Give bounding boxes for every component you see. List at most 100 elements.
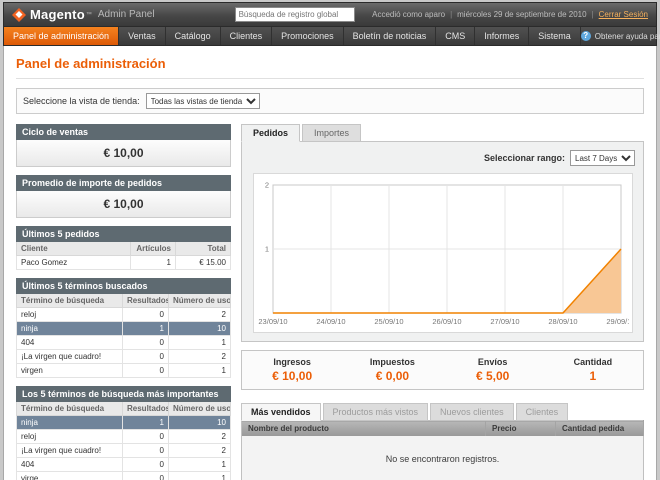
tab[interactable]: Nuevos clientes	[430, 403, 514, 421]
table-cell: ninja	[17, 416, 123, 430]
nav-item[interactable]: Promociones	[272, 27, 344, 45]
column-header: Número de usos	[169, 294, 231, 308]
svg-text:29/09/10: 29/09/10	[606, 317, 629, 326]
nav-item[interactable]: Boletín de noticias	[344, 27, 437, 45]
orders-chart-svg: 1223/09/1024/09/1025/09/1026/09/1027/09/…	[257, 177, 629, 327]
store-switcher-label: Seleccione la vista de tienda:	[23, 96, 140, 106]
stat-value: € 5,00	[443, 369, 543, 383]
table-row[interactable]: ninja110	[17, 322, 231, 336]
table-row[interactable]: ¡La virgen que cuadro!02	[17, 350, 231, 364]
store-switcher: Seleccione la vista de tienda: Todas las…	[16, 88, 644, 114]
range-select[interactable]: Last 7 Days	[570, 150, 635, 166]
column-header: Nombre del producto	[242, 421, 486, 437]
store-view-select[interactable]: Todas las vistas de tienda	[146, 93, 260, 109]
svg-text:23/09/10: 23/09/10	[258, 317, 287, 326]
help-label: Obtener ayuda para esta página	[595, 32, 660, 41]
column-header: Resultados	[123, 294, 169, 308]
main-nav: Panel de administraciónVentasCatálogoCli…	[3, 27, 657, 46]
table-row[interactable]: reloj02	[17, 430, 231, 444]
logo-subtitle: Admin Panel	[98, 9, 155, 20]
table-cell: 1	[169, 364, 231, 378]
tab[interactable]: Pedidos	[241, 124, 300, 142]
stat-value: € 10,00	[242, 369, 342, 383]
table-cell: 1	[169, 472, 231, 480]
top-search-terms-table: Término de búsquedaResultadosNúmero de u…	[16, 402, 231, 480]
table-cell: reloj	[17, 308, 123, 322]
tab[interactable]: Clientes	[516, 403, 569, 421]
table-row[interactable]: 40401	[17, 458, 231, 472]
nav-item[interactable]: Informes	[475, 27, 529, 45]
nav-item[interactable]: Catálogo	[166, 27, 221, 45]
svg-text:24/09/10: 24/09/10	[316, 317, 345, 326]
nav-item[interactable]: Panel de administración	[4, 27, 119, 45]
table-cell: 1	[169, 336, 231, 350]
stat: Cantidad1	[543, 357, 643, 383]
last-orders-table: ClienteArtículosTotalPaco Gomez1€ 15.00	[16, 242, 231, 270]
table-cell: 1	[131, 256, 176, 270]
logout-link[interactable]: Cerrar Sesión	[599, 10, 648, 19]
column-header: Artículos	[131, 242, 176, 256]
table-cell: 404	[17, 336, 123, 350]
stat: Impuestos€ 0,00	[342, 357, 442, 383]
nav-item[interactable]: Ventas	[119, 27, 166, 45]
column-header: Término de búsqueda	[17, 402, 123, 416]
nav-item[interactable]: Clientes	[221, 27, 273, 45]
table-cell: 0	[123, 364, 169, 378]
last-search-terms-panel: Últimos 5 términos buscados Término de b…	[16, 278, 231, 378]
column-header: Cliente	[17, 242, 131, 256]
column-header: Cantidad pedida	[556, 421, 644, 437]
nav-item[interactable]: Sistema	[529, 27, 581, 45]
average-orders-value: € 10,00	[16, 191, 231, 218]
table-cell: ninja	[17, 322, 123, 336]
table-row[interactable]: Paco Gomez1€ 15.00	[17, 256, 231, 270]
chart-tabs: PedidosImportes	[241, 124, 644, 142]
table-row[interactable]: ninja110	[17, 416, 231, 430]
left-column: Ciclo de ventas € 10,00 Promedio de impo…	[16, 124, 231, 480]
top-search-terms-panel: Los 5 términos de búsqueda más important…	[16, 386, 231, 480]
logged-in-as: Accedió como aparo	[372, 10, 445, 19]
lifetime-sales-value: € 10,00	[16, 140, 231, 167]
svg-text:27/09/10: 27/09/10	[490, 317, 519, 326]
table-cell: 0	[123, 430, 169, 444]
range-label: Seleccionar rango:	[484, 153, 565, 163]
average-orders-panel: Promedio de importe de pedidos € 10,00	[16, 175, 231, 218]
last-search-terms-table: Término de búsquedaResultadosNúmero de u…	[16, 294, 231, 378]
nav-item[interactable]: CMS	[436, 27, 475, 45]
empty-message: No se encontraron registros.	[242, 436, 644, 480]
help-icon: ?	[581, 31, 591, 41]
last-orders-panel: Últimos 5 pedidos ClienteArtículosTotalP…	[16, 226, 231, 270]
tab[interactable]: Más vendidos	[241, 403, 321, 421]
dashboard-columns: Ciclo de ventas € 10,00 Promedio de impo…	[16, 124, 644, 480]
table-cell: € 15.00	[176, 256, 231, 270]
lifetime-sales-panel: Ciclo de ventas € 10,00	[16, 124, 231, 167]
tab[interactable]: Productos más vistos	[323, 403, 429, 421]
magento-logo: Magento ™ Admin Panel	[12, 7, 217, 22]
table-row[interactable]: ¡La virgen que cuadro!02	[17, 444, 231, 458]
orders-chart: 1223/09/1024/09/1025/09/1026/09/1027/09/…	[253, 173, 633, 333]
stat-label: Ingresos	[242, 357, 342, 367]
average-orders-title: Promedio de importe de pedidos	[16, 175, 231, 191]
main-nav-list: Panel de administraciónVentasCatálogoCli…	[4, 27, 581, 45]
svg-text:2: 2	[264, 181, 268, 190]
svg-text:28/09/10: 28/09/10	[548, 317, 577, 326]
table-cell: 0	[123, 336, 169, 350]
bottom-tabs: Más vendidosProductos más vistosNuevos c…	[241, 403, 644, 421]
table-cell: 2	[169, 430, 231, 444]
table-cell: 0	[123, 308, 169, 322]
table-cell: ¡La virgen que cuadro!	[17, 444, 123, 458]
table-row[interactable]: reloj02	[17, 308, 231, 322]
tab[interactable]: Importes	[302, 124, 361, 142]
right-column: PedidosImportes Seleccionar rango: Last …	[241, 124, 644, 480]
stat-label: Cantidad	[543, 357, 643, 367]
table-cell: 10	[169, 416, 231, 430]
separator: |	[592, 10, 594, 19]
help-link[interactable]: ? Obtener ayuda para esta página	[581, 27, 660, 45]
table-row[interactable]: virge01	[17, 472, 231, 480]
table-cell: ¡La virgen que cuadro!	[17, 350, 123, 364]
stat-label: Impuestos	[342, 357, 442, 367]
top-header: Magento ™ Admin Panel Accedió como aparo…	[3, 2, 657, 27]
table-cell: 2	[169, 308, 231, 322]
global-search-input[interactable]	[235, 7, 355, 22]
table-row[interactable]: 40401	[17, 336, 231, 350]
table-row[interactable]: virgen01	[17, 364, 231, 378]
